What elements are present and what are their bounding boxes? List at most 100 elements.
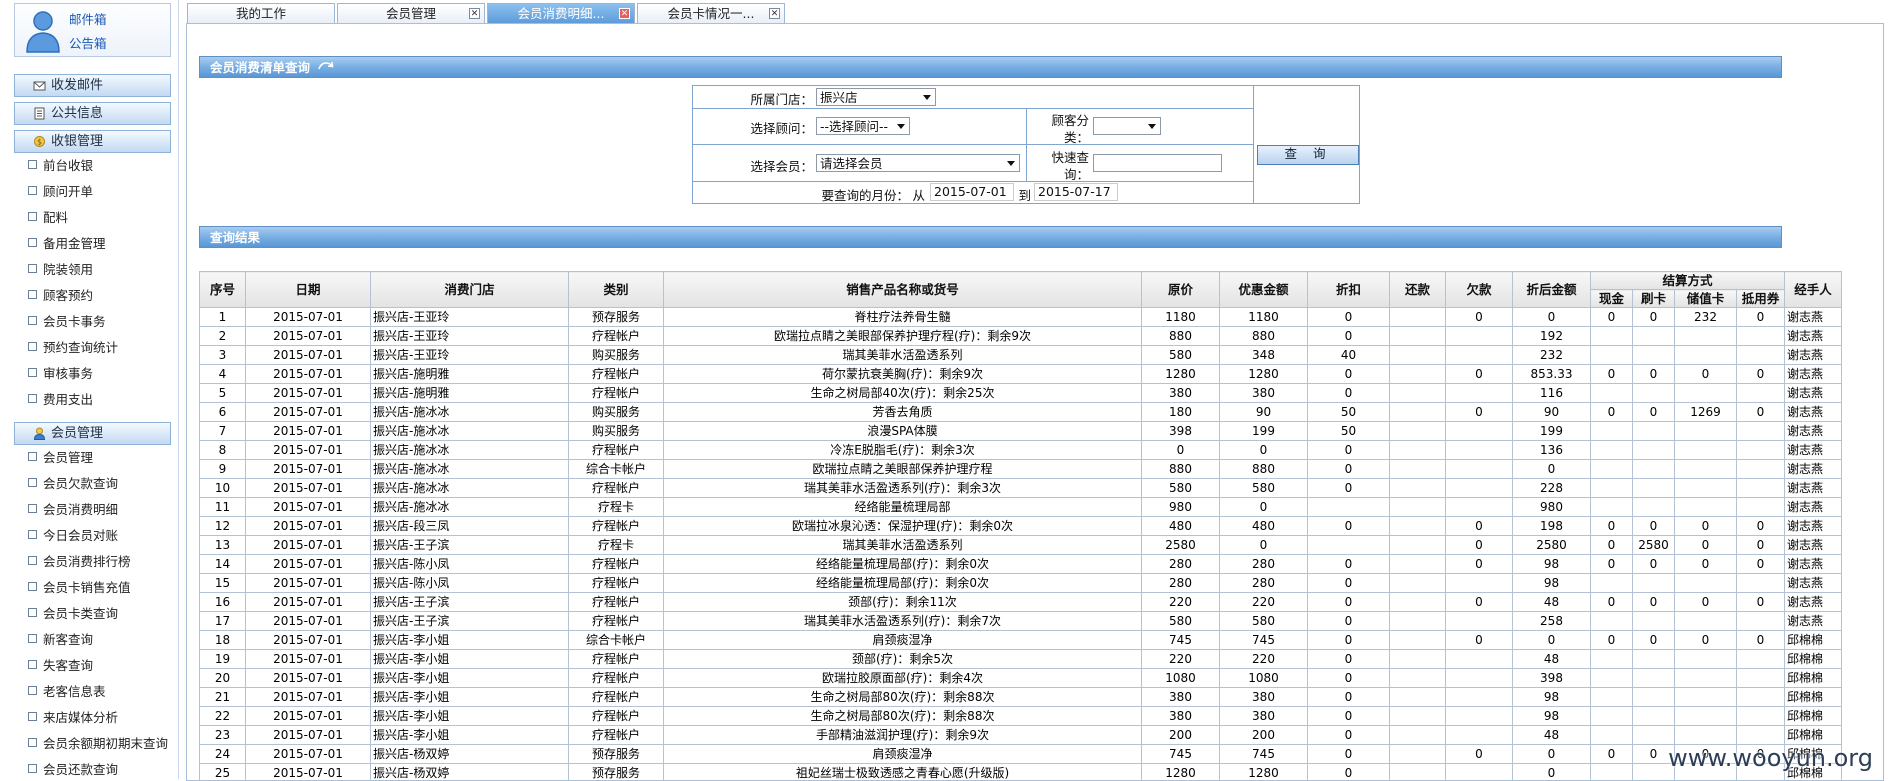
close-icon[interactable]: ✕ — [769, 8, 780, 19]
sidebar-item-old-customers[interactable]: 老客信息表 — [28, 682, 106, 702]
table-row[interactable]: 172015-07-01振兴店-王子滨疗程帐户瑞其美菲水活盈透系列(疗)：剩余7… — [200, 612, 1842, 631]
advisor-select[interactable]: --选择顾问-- — [816, 117, 910, 135]
sidebar-item-advisor-order[interactable]: 顾问开单 — [28, 182, 93, 202]
sidebar-item-media-analysis[interactable]: 来店媒体分析 — [28, 708, 118, 728]
table-row[interactable]: 22015-07-01振兴店-王亚玲疗程帐户欧瑞拉点睛之美眼部保养护理疗程(疗)… — [200, 327, 1842, 346]
table-cell: 0 — [1308, 479, 1390, 498]
sidebar-item-consumption-rank[interactable]: 会员消费排行榜 — [28, 552, 131, 572]
quick-search-input[interactable] — [1093, 154, 1222, 172]
table-cell — [1737, 498, 1785, 517]
sidebar-item-member-management[interactable]: 会员管理 — [28, 448, 93, 468]
table-row[interactable]: 252015-07-01振兴店-杨双婷预存服务祖妃丝瑞士极致透感之青春心愿(升级… — [200, 764, 1842, 781]
tab-card-overview[interactable]: 会员卡情况一... ✕ — [637, 3, 785, 24]
table-row[interactable]: 132015-07-01振兴店-王子滨疗程卡瑞其美菲水活盈透系列25800025… — [200, 536, 1842, 555]
col-header-final[interactable]: 折后金额 — [1513, 272, 1591, 308]
sidebar-item-review[interactable]: 审核事务 — [28, 364, 93, 384]
table-row[interactable]: 42015-07-01振兴店-施明雅疗程帐户荷尔蒙抗衰美胸(疗)：剩余9次128… — [200, 365, 1842, 384]
sidebar-item-card-sales[interactable]: 会员卡销售充值 — [28, 578, 131, 598]
table-row[interactable]: 152015-07-01振兴店-陈小凤疗程帐户经络能量梳理局部(疗)：剩余0次2… — [200, 574, 1842, 593]
close-icon[interactable]: ✕ — [619, 8, 630, 19]
table-row[interactable]: 182015-07-01振兴店-李小姐综合卡帐户肩颈痰湿净74574500000… — [200, 631, 1842, 650]
table-row[interactable]: 92015-07-01振兴店-施冰冰综合卡帐户欧瑞拉点睛之美眼部保养护理疗程88… — [200, 460, 1842, 479]
customer-category-select[interactable] — [1093, 117, 1161, 135]
col-header-card[interactable]: 刷卡 — [1633, 290, 1675, 308]
sidebar-item-card-types[interactable]: 会员卡类查询 — [28, 604, 118, 624]
sidebar-item-today-reconcile[interactable]: 今日会员对账 — [28, 526, 118, 546]
col-header-repay[interactable]: 还款 — [1390, 272, 1446, 308]
sidebar-group-cashier[interactable]: $ 收银管理 — [14, 130, 171, 153]
table-cell: 380 — [1220, 688, 1308, 707]
watermark: www.wooyun.org — [1668, 744, 1873, 772]
sidebar-item-ingredients[interactable]: 配料 — [28, 208, 68, 228]
col-header-voucher[interactable]: 抵用券 — [1737, 290, 1785, 308]
sidebar-group-member-mgmt[interactable]: 会员管理 — [14, 422, 171, 445]
col-header-type[interactable]: 类别 — [569, 272, 664, 308]
mailbox-notice-link[interactable]: 公告箱 — [69, 33, 107, 52]
from-date-input[interactable]: 2015-07-01 — [930, 183, 1014, 201]
col-header-product[interactable]: 销售产品名称或货号 — [664, 272, 1142, 308]
sidebar-item-supplies[interactable]: 院装领用 — [28, 260, 93, 280]
table-row[interactable]: 32015-07-01振兴店-王亚玲购买服务瑞其美菲水活盈透系列58034840… — [200, 346, 1842, 365]
sidebar-item-new-customers[interactable]: 新客查询 — [28, 630, 93, 650]
table-row[interactable]: 232015-07-01振兴店-李小姐疗程帐户手部精油滋润护理(疗)：剩余9次2… — [200, 726, 1842, 745]
table-cell — [1633, 650, 1675, 669]
table-cell: 瑞其美菲水活盈透系列 — [664, 536, 1142, 555]
col-header-discount[interactable]: 折扣 — [1308, 272, 1390, 308]
sidebar-item-member-debt[interactable]: 会员欠款查询 — [28, 474, 118, 494]
table-row[interactable]: 62015-07-01振兴店-施冰冰购买服务芳香去角质1809050090001… — [200, 403, 1842, 422]
refresh-icon[interactable] — [317, 61, 335, 73]
table-row[interactable]: 142015-07-01振兴店-陈小凤疗程帐户经络能量梳理局部(疗)：剩余0次2… — [200, 555, 1842, 574]
sidebar-item-appointment-stats[interactable]: 预约查询统计 — [28, 338, 118, 358]
divider — [1026, 108, 1027, 181]
table-row[interactable]: 162015-07-01振兴店-王子滨疗程帐户颈部(疗)：剩余11次220220… — [200, 593, 1842, 612]
sidebar-item-consumption-detail[interactable]: 会员消费明细 — [28, 500, 118, 520]
sidebar-item-petty-cash[interactable]: 备用金管理 — [28, 234, 106, 254]
table-row[interactable]: 82015-07-01振兴店-施冰冰疗程帐户冷冻E脱脂毛(疗)：剩余3次0001… — [200, 441, 1842, 460]
sidebar-item-card-affairs[interactable]: 会员卡事务 — [28, 312, 106, 332]
list-bullet-icon — [28, 342, 37, 351]
tab-member-management[interactable]: 会员管理 ✕ — [337, 3, 485, 24]
col-header-debt[interactable]: 欠款 — [1446, 272, 1513, 308]
table-row[interactable]: 72015-07-01振兴店-施冰冰购买服务浪漫SPA体膜39819950199… — [200, 422, 1842, 441]
tab-my-work[interactable]: 我的工作 — [187, 3, 335, 24]
sidebar-item-appointments[interactable]: 顾客预约 — [28, 286, 93, 306]
category-label-2: 类： — [1033, 127, 1089, 146]
table-row[interactable]: 102015-07-01振兴店-施冰冰疗程帐户瑞其美菲水活盈透系列(疗)：剩余3… — [200, 479, 1842, 498]
col-header-cash[interactable]: 现金 — [1591, 290, 1633, 308]
query-button[interactable]: 查 询 — [1257, 145, 1359, 165]
table-row[interactable]: 212015-07-01振兴店-李小姐疗程帐户生命之树局部80次(疗)：剩余88… — [200, 688, 1842, 707]
table-row[interactable]: 242015-07-01振兴店-杨双婷预存服务肩颈痰湿净745745000000… — [200, 745, 1842, 764]
table-cell — [1446, 764, 1513, 781]
col-header-store[interactable]: 消费门店 — [371, 272, 569, 308]
col-header-date[interactable]: 日期 — [246, 272, 371, 308]
table-cell: 谢志燕 — [1785, 403, 1842, 422]
table-row[interactable]: 122015-07-01振兴店-段三凤疗程帐户欧瑞拉冰泉沁透：保湿护理(疗)：剩… — [200, 517, 1842, 536]
mailbox-inbox-link[interactable]: 邮件箱 — [69, 9, 107, 28]
col-header-seq[interactable]: 序号 — [200, 272, 246, 308]
member-select[interactable]: 请选择会员 — [816, 154, 1020, 172]
table-row[interactable]: 12015-07-01振兴店-王亚玲预存服务脊柱疗法养骨生髓1180118000… — [200, 308, 1842, 327]
table-row[interactable]: 112015-07-01振兴店-施冰冰疗程卡经络能量梳理局部9800980谢志燕 — [200, 498, 1842, 517]
col-header-stored[interactable]: 储值卡 — [1675, 290, 1737, 308]
sidebar-group-mail[interactable]: 收发邮件 — [14, 74, 171, 97]
sidebar-item-expenses[interactable]: 费用支出 — [28, 390, 93, 410]
to-date-input[interactable]: 2015-07-17 — [1034, 183, 1118, 201]
sidebar-item-lost-customers[interactable]: 失客查询 — [28, 656, 93, 676]
table-row[interactable]: 202015-07-01振兴店-李小姐疗程帐户欧瑞拉胶原面部(疗)：剩余4次10… — [200, 669, 1842, 688]
table-row[interactable]: 192015-07-01振兴店-李小姐疗程帐户颈部(疗)：剩余5次2202200… — [200, 650, 1842, 669]
sidebar-item-front-cashier[interactable]: 前台收银 — [28, 156, 93, 176]
sidebar-group-public-info[interactable]: 公共信息 — [14, 102, 171, 125]
sidebar-item-balance-query[interactable]: 会员余额期初期末查询 — [28, 734, 168, 754]
col-header-handler[interactable]: 经手人 — [1785, 272, 1842, 308]
col-header-orig[interactable]: 原价 — [1142, 272, 1220, 308]
store-select[interactable]: 振兴店 — [816, 88, 936, 106]
table-cell: 2580 — [1142, 536, 1220, 555]
sidebar-item-repayment-query[interactable]: 会员还款查询 — [28, 760, 118, 780]
tab-consumption-detail[interactable]: 会员消费明细... ✕ — [487, 3, 635, 24]
table-cell: 0 — [1591, 365, 1633, 384]
table-row[interactable]: 52015-07-01振兴店-施明雅疗程帐户生命之树局部40次(疗)：剩余25次… — [200, 384, 1842, 403]
table-row[interactable]: 222015-07-01振兴店-李小姐疗程帐户生命之树局部80次(疗)：剩余88… — [200, 707, 1842, 726]
col-header-discount-amt[interactable]: 优惠金额 — [1220, 272, 1308, 308]
close-icon[interactable]: ✕ — [469, 8, 480, 19]
table-cell: 欧瑞拉冰泉沁透：保湿护理(疗)：剩余0次 — [664, 517, 1142, 536]
